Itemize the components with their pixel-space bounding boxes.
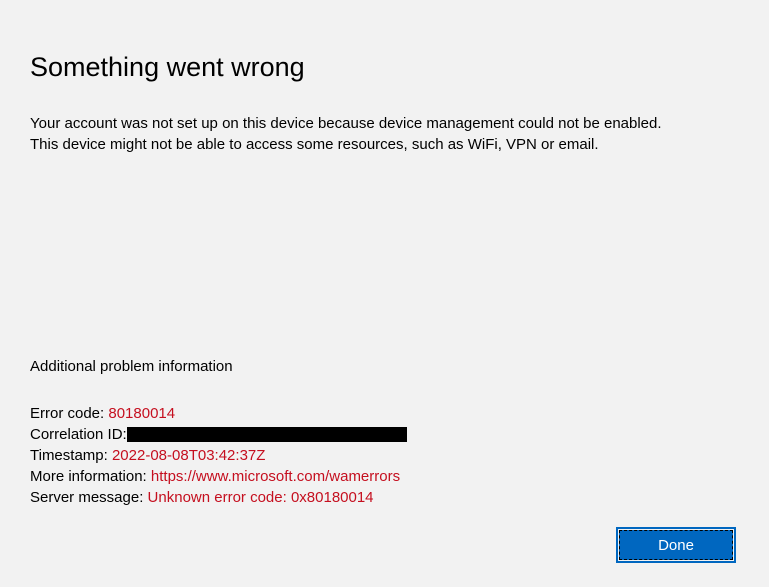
server-message-label: Server message:	[30, 489, 148, 506]
server-message-line: Server message: Unknown error code: 0x80…	[30, 487, 407, 508]
correlation-id-label: Correlation ID:	[30, 426, 127, 443]
timestamp-line: Timestamp: 2022-08-08T03:42:37Z	[30, 445, 407, 466]
error-code-line: Error code: 80180014	[30, 403, 407, 424]
correlation-id-redacted	[127, 427, 407, 442]
timestamp-value: 2022-08-08T03:42:37Z	[112, 447, 265, 464]
error-code-value: 80180014	[108, 405, 175, 422]
error-code-label: Error code:	[30, 405, 108, 422]
error-description: Your account was not set up on this devi…	[30, 113, 690, 155]
more-info-line: More information: https://www.microsoft.…	[30, 466, 407, 487]
correlation-id-line: Correlation ID:	[30, 424, 407, 445]
done-button[interactable]: Done	[619, 530, 733, 560]
additional-info-section: Additional problem information Error cod…	[30, 358, 407, 508]
more-info-link[interactable]: https://www.microsoft.com/wamerrors	[151, 468, 400, 485]
error-title: Something went wrong	[30, 52, 739, 83]
timestamp-label: Timestamp:	[30, 447, 112, 464]
server-message-value: Unknown error code: 0x80180014	[148, 489, 374, 506]
more-info-label: More information:	[30, 468, 151, 485]
additional-info-heading: Additional problem information	[30, 358, 407, 375]
